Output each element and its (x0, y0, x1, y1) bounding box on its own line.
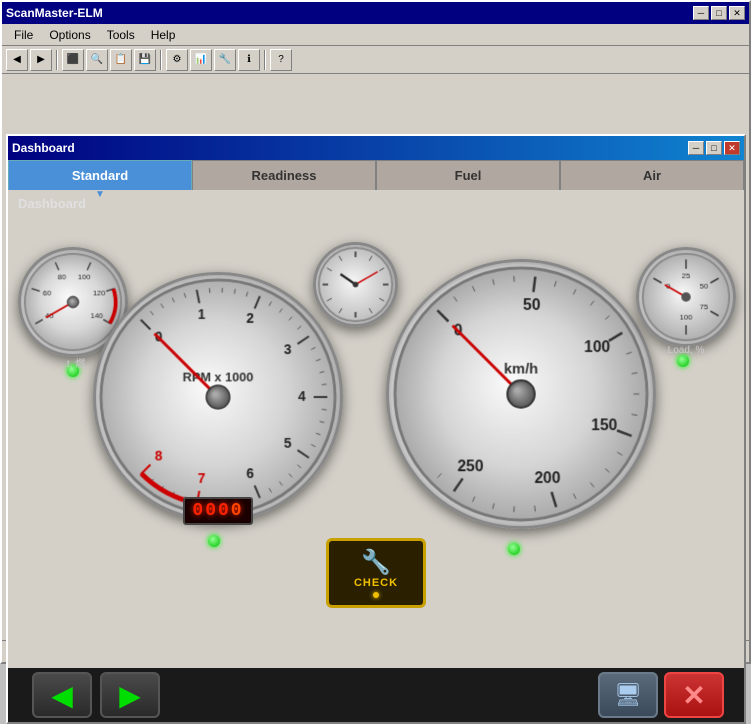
menu-options[interactable]: Options (41, 26, 98, 44)
back-button[interactable]: ◀ (32, 672, 92, 718)
monitor-button[interactable]: 🖥 (598, 672, 658, 718)
app-title: ScanMaster-ELM (6, 6, 103, 20)
check-engine-text: CHECK (354, 577, 398, 589)
monitor-icon: 🖥 (614, 682, 642, 708)
speed-led (508, 543, 520, 555)
check-engine-icon: 🔧 (361, 548, 391, 577)
tab-readiness[interactable]: Readiness (192, 160, 376, 190)
content-area: Dashboard ─ □ ✕ Standard Readiness Fuel (2, 74, 749, 640)
outer-title-bar: ScanMaster-ELM ─ □ ✕ (2, 2, 749, 24)
dash-content: t, 燃 0000 Load, % (8, 217, 744, 668)
rpm-digital: 0000 (183, 497, 253, 525)
tabs-bar: Standard Readiness Fuel Air (8, 160, 744, 190)
tb-btn-7[interactable]: ⚙ (166, 49, 188, 71)
maximize-button[interactable]: □ (711, 6, 727, 20)
tb-sep-2 (160, 50, 162, 70)
back-icon: ◀ (51, 679, 73, 712)
tb-btn-9[interactable]: 🔧 (214, 49, 236, 71)
minimize-button[interactable]: ─ (693, 6, 709, 20)
tab-air[interactable]: Air (560, 160, 744, 190)
tb-btn-4[interactable]: 🔍 (86, 49, 108, 71)
load-gauge (636, 247, 736, 347)
dashboard-window: Dashboard ─ □ ✕ Standard Readiness Fuel (6, 134, 746, 724)
exit-button[interactable]: ✕ (664, 672, 724, 718)
dash-title-bar: Dashboard ─ □ ✕ (8, 136, 744, 160)
tb-btn-8[interactable]: 📊 (190, 49, 212, 71)
load-led (677, 355, 689, 367)
tab-standard[interactable]: Standard (8, 160, 192, 190)
toolbar: ◀ ▶ ⬛ 🔍 📋 💾 ⚙ 📊 🔧 ℹ ? (2, 46, 749, 74)
tb-btn-6[interactable]: 💾 (134, 49, 156, 71)
rpm-gauge (93, 272, 343, 522)
dash-minimize-button[interactable]: ─ (688, 141, 704, 155)
speed-gauge (386, 259, 656, 529)
tb-btn-3[interactable]: ⬛ (62, 49, 84, 71)
tb-btn-5[interactable]: 📋 (110, 49, 132, 71)
tab-fuel[interactable]: Fuel (376, 160, 560, 190)
forward-icon: ▶ (119, 679, 141, 712)
dash-window-title: Dashboard (12, 141, 75, 155)
dash-label: Dashboard (8, 190, 744, 217)
check-engine: 🔧 CHECK (326, 538, 426, 608)
outer-win-buttons: ─ □ ✕ (693, 6, 745, 20)
tb-sep-3 (264, 50, 266, 70)
dash-win-buttons: ─ □ ✕ (688, 141, 740, 155)
dash-close-button[interactable]: ✕ (724, 141, 740, 155)
menu-bar: File Options Tools Help (2, 24, 749, 46)
nav-btns-right: 🖥 ✕ (598, 672, 724, 718)
menu-help[interactable]: Help (143, 26, 184, 44)
exit-icon: ✕ (682, 679, 705, 712)
bottom-bar: ◀ ▶ 🖥 ✕ (8, 668, 744, 722)
load-label: Load, % (636, 345, 736, 356)
tb-btn-1[interactable]: ◀ (6, 49, 28, 71)
nav-btns-left: ◀ ▶ (28, 672, 164, 718)
clock-gauge (313, 242, 398, 327)
tb-sep-1 (56, 50, 58, 70)
dash-main: Dashboard t, 燃 0000 (8, 190, 744, 722)
rpm-led (208, 535, 220, 547)
menu-file[interactable]: File (6, 26, 41, 44)
check-engine-dot (373, 592, 379, 598)
tb-btn-2[interactable]: ▶ (30, 49, 52, 71)
tb-btn-11[interactable]: ? (270, 49, 292, 71)
dash-maximize-button[interactable]: □ (706, 141, 722, 155)
main-window: ScanMaster-ELM ─ □ ✕ File Options Tools … (0, 0, 751, 664)
close-button[interactable]: ✕ (729, 6, 745, 20)
tb-btn-10[interactable]: ℹ (238, 49, 260, 71)
forward-button[interactable]: ▶ (100, 672, 160, 718)
menu-tools[interactable]: Tools (99, 26, 143, 44)
